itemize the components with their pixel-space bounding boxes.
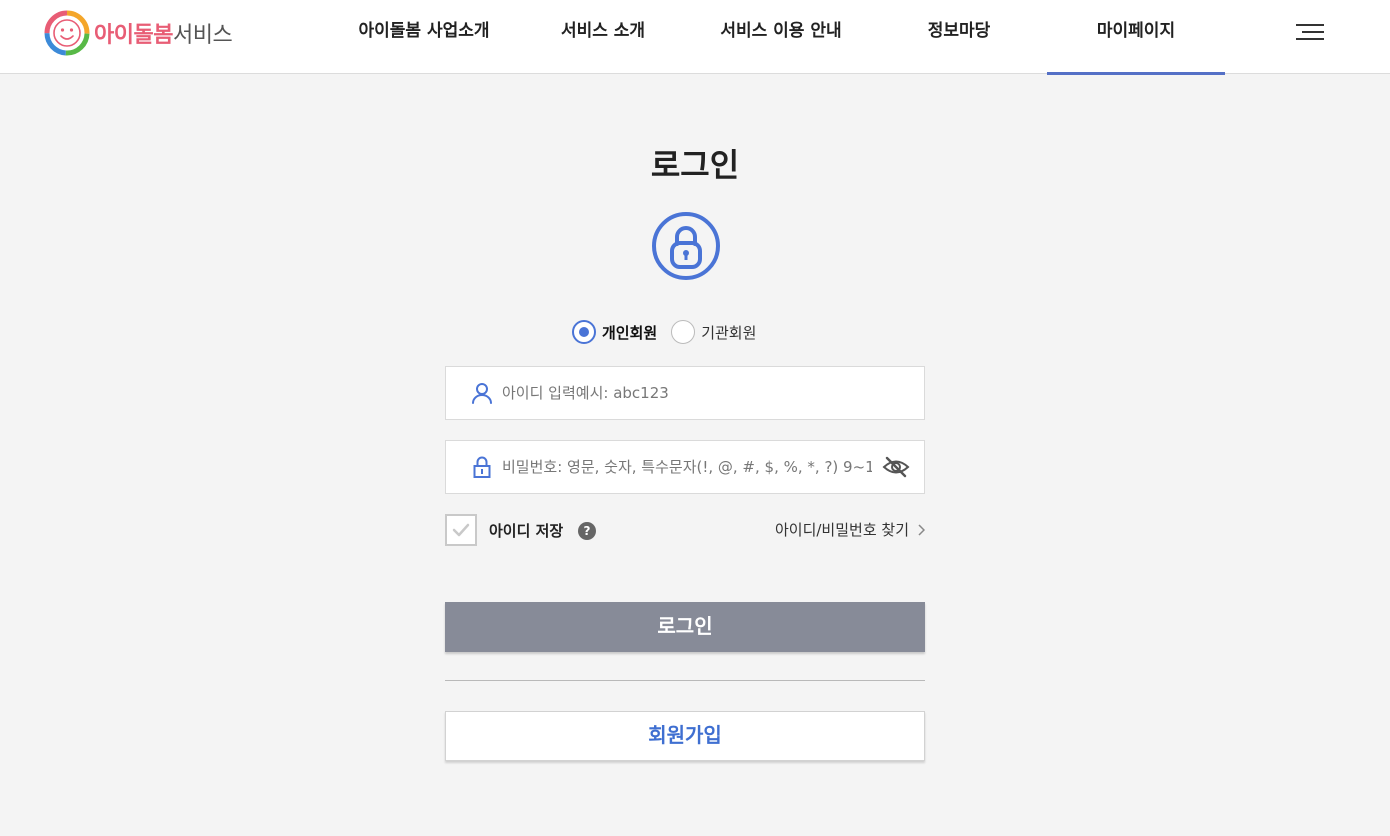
nav-item-info[interactable]: 정보마당 [922,0,996,74]
hamburger-menu-icon[interactable] [1294,22,1324,44]
smiley-logo-icon [44,10,90,56]
find-id-password-label: 아이디/비밀번호 찾기 [774,521,909,539]
radio-institution-member[interactable]: 기관회원 [671,320,756,344]
logo-text: 아이돌봄서비스 [94,17,233,49]
nav-item-business-intro[interactable]: 아이돌봄 사업소개 [352,0,496,74]
radio-individual-label: 개인회원 [602,323,658,342]
logo-text-service: 서비스 [172,23,233,48]
nav-item-mypage[interactable]: 마이페이지 [1047,0,1225,75]
lock-small-icon [473,456,491,478]
site-header: 아이돌봄서비스 아이돌봄 사업소개 서비스 소개 서비스 이용 안내 정보마당 … [0,0,1390,75]
find-id-password-link[interactable]: 아이디/비밀번호 찾기 [775,519,925,540]
radio-unselected-icon[interactable] [671,320,696,344]
logo-text-brand: 아이돌봄 [94,23,173,48]
save-id-label: 아이디 저장 [489,522,564,540]
password-input[interactable] [502,441,872,493]
page-title: 로그인 [650,146,740,184]
radio-individual-member[interactable]: 개인회원 [572,320,657,344]
nav-item-service-intro[interactable]: 서비스 소개 [556,0,650,74]
user-icon [472,383,492,404]
lock-icon [652,212,720,280]
id-field [445,366,925,420]
chevron-right-icon [918,523,925,536]
id-input[interactable] [502,367,872,419]
member-type-group: 개인회원 기관회원 [572,320,770,344]
password-field [445,440,925,494]
eye-off-icon[interactable] [882,455,910,479]
login-button[interactable]: 로그인 [445,602,925,652]
divider [445,680,925,681]
join-button[interactable]: 회원가입 [445,711,925,761]
help-icon[interactable]: ? [578,522,596,540]
save-id-checkbox[interactable] [445,514,477,546]
radio-institution-label: 기관회원 [701,323,757,342]
nav-item-service-guide[interactable]: 서비스 이용 안내 [714,0,848,74]
save-id-row: 아이디 저장 ? 아이디/비밀번호 찾기 [445,514,925,546]
radio-selected-icon[interactable] [572,320,596,344]
check-icon [452,523,470,537]
site-logo[interactable]: 아이돌봄서비스 [44,10,233,56]
